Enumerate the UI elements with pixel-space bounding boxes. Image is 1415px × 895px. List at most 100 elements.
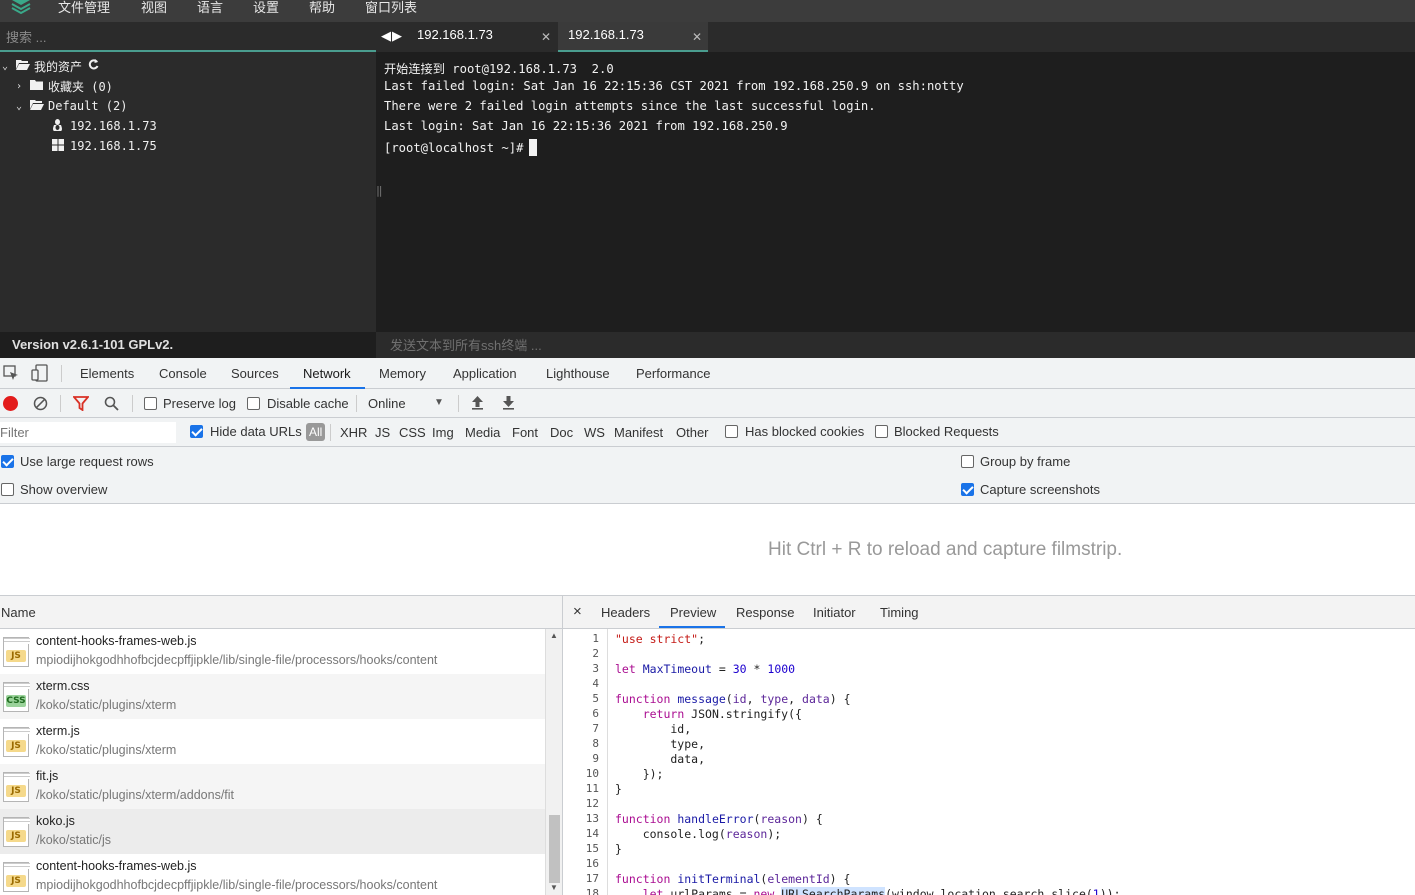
menu-window-list[interactable]: 窗口列表 bbox=[365, 0, 417, 16]
scroll-down-icon[interactable]: ▼ bbox=[550, 883, 558, 892]
filmstrip-area: Hit Ctrl + R to reload and capture films… bbox=[0, 504, 1415, 596]
terminal-line: Last login: Sat Jan 16 22:15:36 2021 fro… bbox=[384, 119, 788, 133]
request-name: content-hooks-frames-web.js bbox=[36, 859, 197, 873]
terminal-tab-active[interactable]: 192.168.1.73 ✕ bbox=[558, 22, 708, 52]
chevron-right-icon[interactable]: › bbox=[16, 81, 30, 92]
import-har-icon[interactable] bbox=[471, 395, 484, 413]
request-row[interactable]: JS content-hooks-frames-web.js mpiodijho… bbox=[0, 629, 545, 674]
filter-type-manifest[interactable]: Manifest bbox=[614, 425, 663, 440]
group-by-frame-checkbox[interactable] bbox=[961, 455, 974, 468]
filter-icon[interactable] bbox=[72, 396, 90, 414]
close-icon[interactable]: ✕ bbox=[692, 30, 702, 44]
tab-application[interactable]: Application bbox=[453, 366, 517, 381]
record-icon[interactable] bbox=[3, 396, 18, 411]
filter-type-img[interactable]: Img bbox=[432, 425, 454, 440]
disable-cache-checkbox[interactable] bbox=[247, 397, 260, 410]
refresh-icon[interactable] bbox=[88, 59, 99, 73]
throttling-select[interactable]: Online bbox=[368, 396, 406, 411]
tree-favorites[interactable]: › 收藏夹 (0) bbox=[16, 77, 113, 95]
request-row[interactable]: JS fit.js /koko/static/plugins/xterm/add… bbox=[0, 764, 545, 809]
scroll-thumb[interactable] bbox=[549, 815, 560, 883]
show-overview-label: Show overview bbox=[20, 482, 108, 497]
tab-network[interactable]: Network bbox=[303, 366, 351, 381]
request-name: xterm.css bbox=[36, 679, 90, 693]
tree-host-item[interactable]: 192.168.1.73 bbox=[52, 117, 157, 135]
filter-type-other[interactable]: Other bbox=[676, 425, 709, 440]
tab-preview[interactable]: Preview bbox=[670, 605, 716, 620]
line-number: 3 bbox=[592, 662, 599, 675]
tab-response[interactable]: Response bbox=[736, 605, 795, 620]
tree-default-group[interactable]: ⌄ Default (2) bbox=[16, 97, 127, 115]
tab-sources[interactable]: Sources bbox=[231, 366, 279, 381]
close-icon[interactable]: × bbox=[573, 603, 582, 620]
request-row[interactable]: CSS xterm.css /koko/static/plugins/xterm bbox=[0, 674, 545, 719]
show-overview-checkbox[interactable] bbox=[1, 483, 14, 496]
filter-type-css[interactable]: CSS bbox=[399, 425, 426, 440]
search-icon[interactable] bbox=[104, 396, 119, 414]
filter-type-js[interactable]: JS bbox=[375, 425, 390, 440]
network-settings: Use large request rows Show overview Gro… bbox=[0, 447, 1415, 504]
has-blocked-cookies-checkbox[interactable] bbox=[725, 425, 738, 438]
tab-lighthouse[interactable]: Lighthouse bbox=[546, 366, 610, 381]
filter-all-pill[interactable]: All bbox=[306, 423, 326, 441]
hide-data-urls-checkbox[interactable] bbox=[190, 425, 203, 438]
code-line: let urlParams = new URLSearchParams(wind… bbox=[615, 887, 1121, 895]
filter-type-font[interactable]: Font bbox=[512, 425, 538, 440]
code-line: } bbox=[615, 842, 622, 856]
filter-type-doc[interactable]: Doc bbox=[550, 425, 573, 440]
has-blocked-cookies-label: Has blocked cookies bbox=[745, 424, 865, 439]
export-har-icon[interactable] bbox=[502, 395, 515, 413]
code-preview[interactable]: 1 2 3 4 5 6 7 8 9 10 11 12 13 14 15 16 1… bbox=[562, 629, 1415, 895]
devtools-tabbar: Elements Console Sources Network Memory … bbox=[0, 358, 1415, 389]
menu-help[interactable]: 帮助 bbox=[309, 0, 335, 16]
caret-down-icon[interactable]: ▼ bbox=[434, 397, 444, 408]
device-toolbar-icon[interactable] bbox=[31, 364, 49, 385]
menu-language[interactable]: 语言 bbox=[197, 0, 223, 16]
tab-prev-icon[interactable]: ◀ bbox=[381, 28, 391, 44]
inspect-element-icon[interactable] bbox=[3, 365, 19, 384]
split-handle-icon[interactable]: ‖ bbox=[376, 184, 383, 197]
tree-host-item[interactable]: 192.168.1.75 bbox=[52, 137, 157, 155]
asset-search-input[interactable] bbox=[4, 27, 364, 47]
code-line: console.log(reason); bbox=[615, 827, 782, 841]
terminal-screen[interactable]: ‖ 开始连接到 root@192.168.1.73 2.0 Last faile… bbox=[376, 52, 1415, 332]
tab-timing[interactable]: Timing bbox=[880, 605, 919, 620]
scroll-up-icon[interactable]: ▲ bbox=[550, 631, 558, 640]
menu-file[interactable]: 文件管理 bbox=[58, 0, 110, 16]
tab-console[interactable]: Console bbox=[159, 366, 207, 381]
clear-icon[interactable] bbox=[33, 396, 48, 414]
large-rows-checkbox[interactable] bbox=[1, 455, 14, 468]
menu-settings[interactable]: 设置 bbox=[253, 0, 279, 16]
filter-type-media[interactable]: Media bbox=[465, 425, 500, 440]
tree-root[interactable]: ⌄ 我的资产 bbox=[2, 57, 99, 75]
name-column-header[interactable]: Name bbox=[1, 605, 36, 620]
terminal-tabbar: ◀ ▶ 192.168.1.73 ✕ 192.168.1.73 ✕ bbox=[376, 22, 1415, 52]
request-list-scrollbar[interactable]: ▲ ▼ bbox=[545, 629, 562, 895]
request-row[interactable]: JS content-hooks-frames-web.js mpiodijho… bbox=[0, 854, 545, 895]
preserve-log-checkbox[interactable] bbox=[144, 397, 157, 410]
blocked-requests-checkbox[interactable] bbox=[875, 425, 888, 438]
chevron-down-icon[interactable]: ⌄ bbox=[2, 61, 16, 72]
menu-view[interactable]: 视图 bbox=[141, 0, 167, 16]
tab-initiator[interactable]: Initiator bbox=[813, 605, 856, 620]
js-file-icon: JS bbox=[3, 637, 30, 667]
tab-next-icon[interactable]: ▶ bbox=[392, 28, 402, 44]
close-icon[interactable]: ✕ bbox=[541, 30, 551, 44]
tree-default-label: Default (2) bbox=[48, 99, 128, 113]
divider bbox=[61, 365, 62, 382]
chevron-down-icon[interactable]: ⌄ bbox=[16, 101, 30, 112]
tab-performance[interactable]: Performance bbox=[636, 366, 710, 381]
filter-type-ws[interactable]: WS bbox=[584, 425, 605, 440]
request-row[interactable]: JS xterm.js /koko/static/plugins/xterm bbox=[0, 719, 545, 764]
filter-input[interactable] bbox=[0, 422, 176, 443]
request-row-selected[interactable]: JS koko.js /koko/static/js bbox=[0, 809, 545, 854]
terminal-cursor bbox=[529, 139, 538, 156]
tab-headers[interactable]: Headers bbox=[601, 605, 650, 620]
broadcast-input[interactable] bbox=[388, 335, 988, 355]
code-line: type, bbox=[615, 737, 706, 751]
tab-elements[interactable]: Elements bbox=[80, 366, 134, 381]
capture-screenshots-checkbox[interactable] bbox=[961, 483, 974, 496]
terminal-tab[interactable]: 192.168.1.73 ✕ bbox=[407, 22, 557, 52]
tab-memory[interactable]: Memory bbox=[379, 366, 426, 381]
filter-type-xhr[interactable]: XHR bbox=[340, 425, 367, 440]
